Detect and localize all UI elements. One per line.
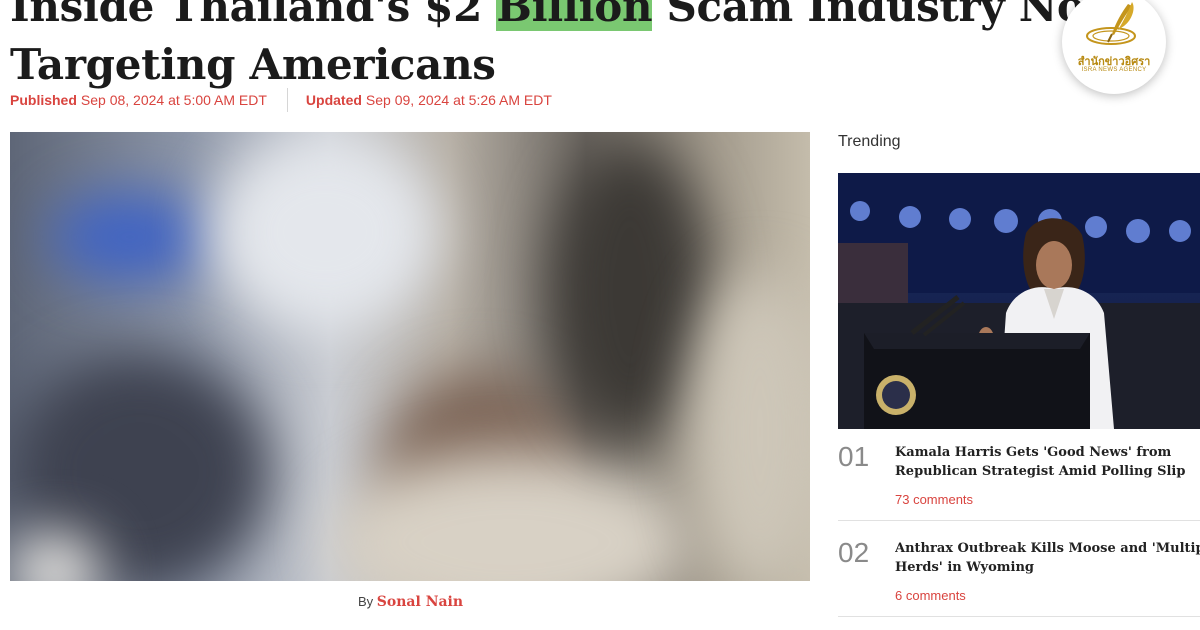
trending-title-line: Kamala Harris Gets 'Good News' from [895, 445, 1172, 460]
trending-number: 02 [838, 537, 870, 568]
hero-blur-blob [550, 142, 710, 442]
hero-blur-blob [210, 132, 440, 332]
published-date: Sep 08, 2024 at 5:00 AM EDT [80, 92, 267, 108]
article-meta: Published Sep 08, 2024 at 5:00 AM EDT Up… [10, 88, 552, 112]
headline-part-1: Inside Thailand's $2 [10, 0, 497, 31]
trending-image[interactable] [838, 173, 1200, 429]
hero-blur-blob [50, 192, 210, 282]
trending-item-title[interactable]: Kamala Harris Gets 'Good News' from Repu… [895, 443, 1200, 481]
trending-title-line: Anthrax Outbreak Kills Moose and 'Multip… [895, 541, 1200, 556]
byline: By Sonal Nain [358, 594, 463, 610]
trending-title-line: Republican Strategist Amid Polling Slip [895, 464, 1186, 479]
trending-heading: Trending [838, 133, 901, 150]
trending-item[interactable]: 02 Anthrax Outbreak Kills Moose and 'Mul… [838, 537, 1200, 617]
meta-divider [286, 88, 288, 112]
article-headline: Inside Thailand's $2 Billion Scam Indust… [10, 0, 1170, 94]
trending-comments-link[interactable]: 6 comments [895, 588, 966, 603]
updated-label: Updated [305, 92, 362, 108]
published-label: Published [10, 92, 77, 108]
updated-date: Sep 09, 2024 at 5:26 AM EDT [365, 92, 552, 108]
quill-pen-icon [1086, 2, 1136, 45]
logo-name-en: ISRA NEWS AGENCY [1081, 67, 1147, 73]
trending-item[interactable]: 01 Kamala Harris Gets 'Good News' from R… [838, 441, 1200, 521]
trending-item-title[interactable]: Anthrax Outbreak Kills Moose and 'Multip… [895, 539, 1200, 577]
trending-comments-link[interactable]: 73 comments [895, 492, 973, 507]
hero-image-blurred[interactable] [10, 132, 810, 581]
trending-number: 01 [838, 441, 870, 472]
byline-prefix: By [358, 594, 374, 609]
headline-highlight: Billion [496, 0, 653, 31]
trending-title-line: Herds' in Wyoming [895, 560, 1035, 575]
trending-image-svg [838, 173, 1200, 429]
author-link[interactable]: Sonal Nain [377, 594, 463, 610]
isra-news-logo: สำนักข่าวอิศรา ISRA NEWS AGENCY [1062, 0, 1166, 94]
